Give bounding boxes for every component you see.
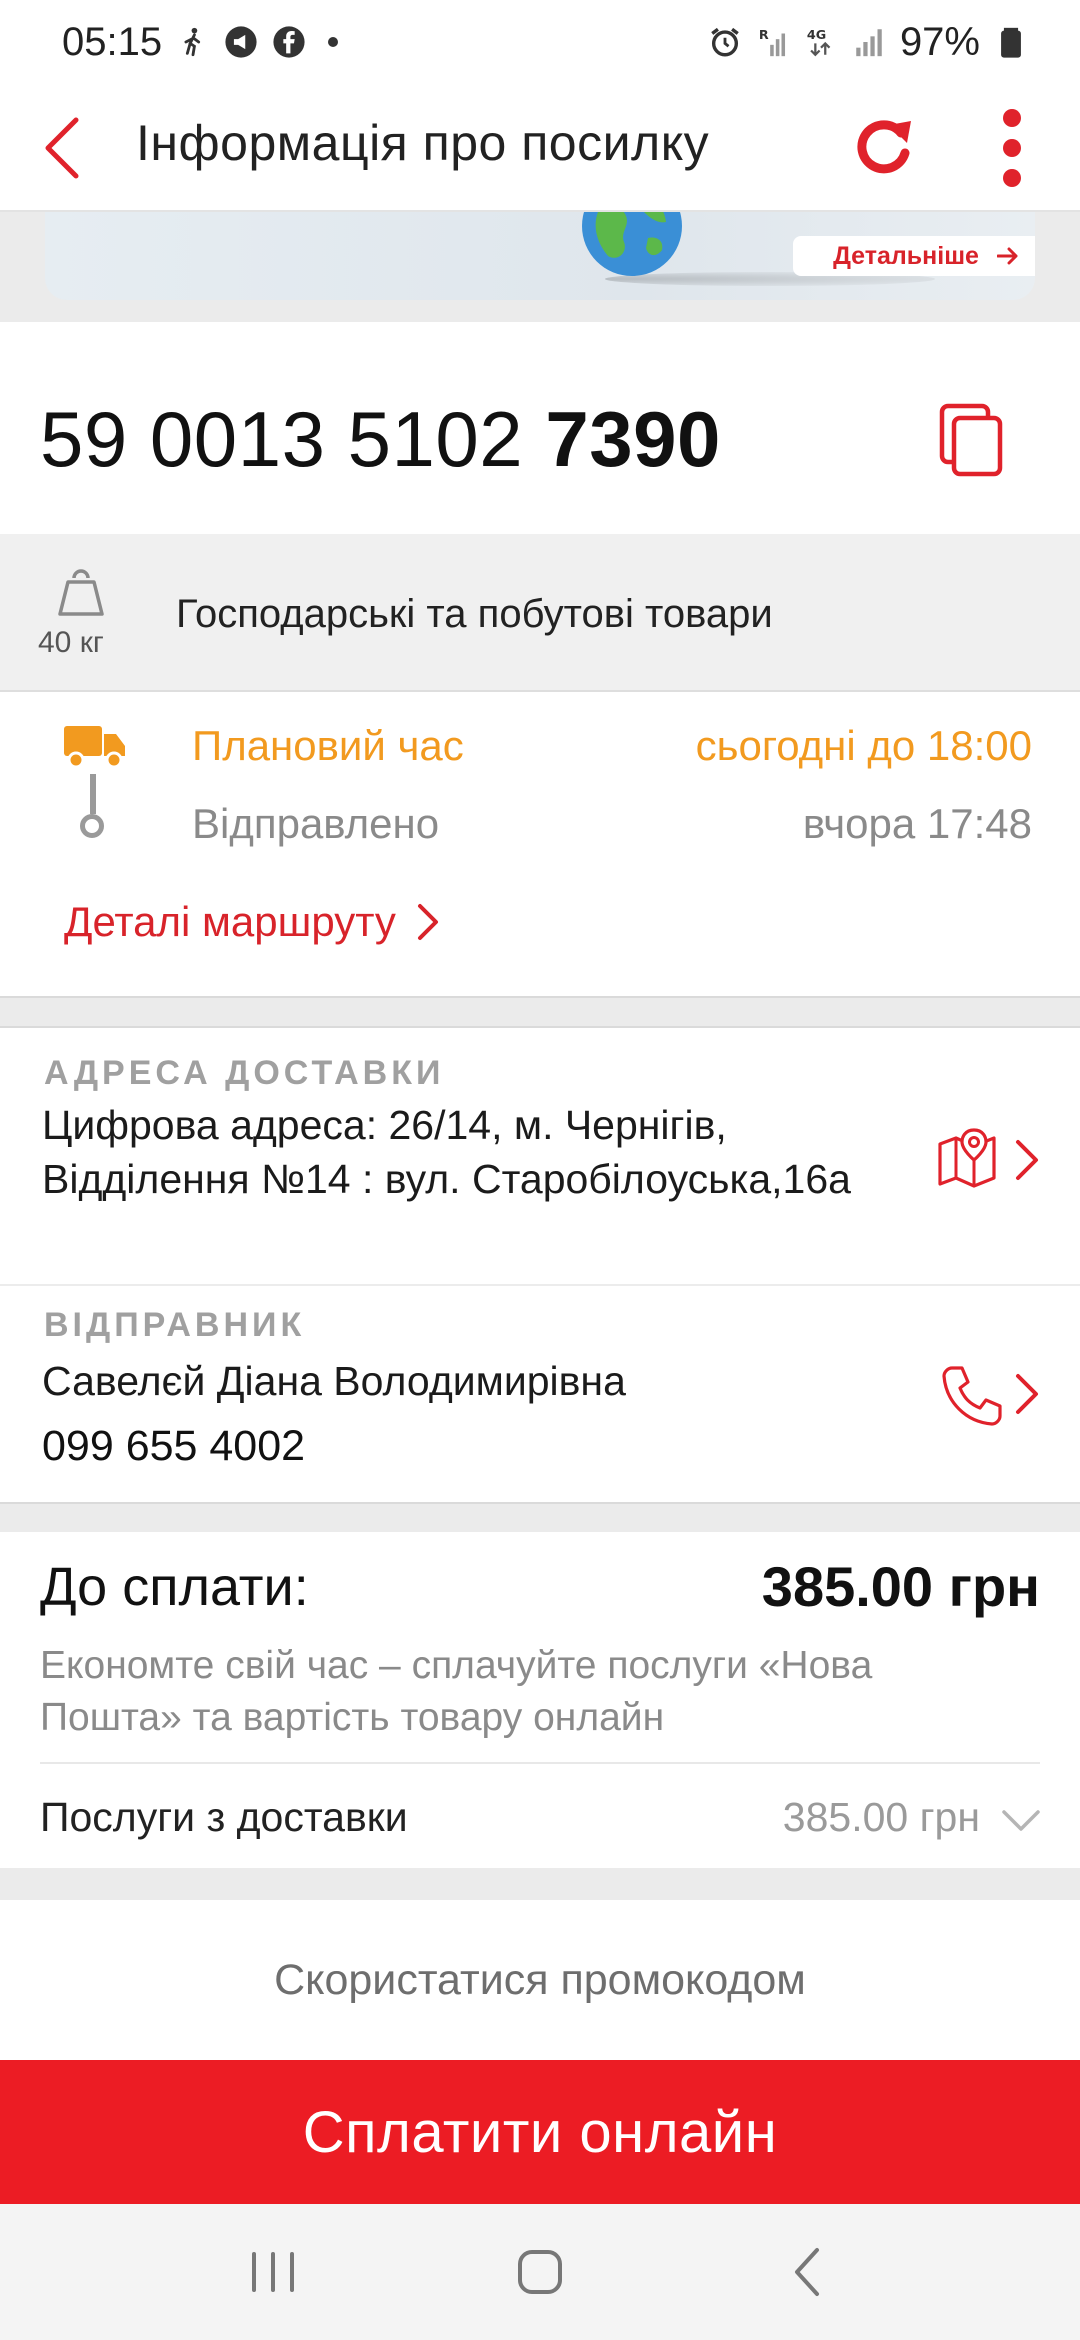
map-icon [938, 1128, 996, 1188]
route-line [90, 774, 96, 814]
megaphone-icon [225, 26, 257, 58]
parcel-info-row: 40 кг Господарські та побутові товари [0, 534, 1080, 692]
svg-text:4G: 4G [807, 28, 826, 43]
more-menu-button[interactable] [976, 100, 1048, 196]
promo-banner[interactable]: Детальніше [45, 212, 1035, 300]
status-right: R 4G 97% [708, 20, 1028, 65]
status-bar: 05:15 R 4G 97% [0, 0, 1080, 84]
payment-label: До сплати: [40, 1557, 309, 1617]
delivery-services-value: 385.00 грн [782, 1794, 980, 1840]
alarm-icon [711, 27, 739, 57]
route-dot [80, 814, 104, 838]
weight-icon [58, 569, 104, 616]
arrow-right-icon [996, 247, 1018, 265]
system-nav-bar [0, 2204, 1080, 2340]
parcel-description: Господарські та побутові товари [176, 592, 773, 636]
delivery-services-label: Послуги з доставки [40, 1794, 408, 1840]
delivery-address-text: Цифрова адреса: 26/14, м. Чернігів, Відд… [42, 1102, 851, 1202]
payment-note: Економте свій час – сплачуйте послуги «Н… [40, 1644, 873, 1739]
chevron-right-icon [417, 904, 438, 940]
menu-dot [1003, 169, 1021, 187]
pay-online-label: Сплатити онлайн [302, 2099, 778, 2165]
app-bar: Інформація про посилку [0, 84, 1080, 212]
phone-icon [942, 1366, 1002, 1426]
battery-icon [1001, 27, 1021, 58]
back-arrow-icon [45, 117, 79, 179]
svg-text:R: R [759, 28, 769, 43]
tracking-prefix: 59 0013 5102 [40, 395, 524, 483]
sent-value: вчора 17:48 [802, 800, 1032, 847]
refresh-button[interactable] [838, 102, 930, 194]
home-icon [517, 2250, 562, 2294]
sent-label: Відправлено [192, 800, 440, 847]
network-4g-icon: 4G [807, 28, 831, 57]
chevron-down-icon [1002, 1810, 1040, 1831]
tracking-card: 59 0013 5102 7390 [0, 322, 1080, 534]
truck-icon [64, 726, 125, 769]
payment-amount: 385.00 грн [761, 1555, 1040, 1618]
back-button[interactable] [20, 106, 104, 190]
home-button[interactable] [495, 2232, 585, 2312]
signal-icon [856, 29, 882, 57]
facebook-icon [273, 26, 305, 58]
copy-button[interactable] [930, 400, 1010, 480]
signal-r-icon: R [759, 28, 785, 57]
sender-row[interactable]: ВІДПРАВНИК Савелєй Діана Володимирівна 0… [0, 1286, 1080, 1506]
copy-icon [939, 403, 1003, 477]
parcel-weight: 40 кг [38, 626, 104, 659]
tracking-number: 59 0013 5102 7390 [40, 394, 721, 485]
route-details-label: Деталі маршруту [64, 898, 396, 945]
recipient-info-card: АДРЕСА ДОСТАВКИ Цифрова адреса: 26/14, м… [0, 1026, 1080, 1504]
menu-dot [1003, 109, 1021, 127]
status-time: 05:15 [62, 19, 163, 64]
walking-icon [184, 27, 201, 57]
payment-card: До сплати: 385.00 грн Економте свій час … [0, 1532, 1080, 1868]
chevron-right-icon [1016, 1374, 1038, 1414]
sender-section-label: ВІДПРАВНИК [44, 1306, 306, 1344]
promo-code-button[interactable]: Скористатися промокодом [0, 1900, 1080, 2060]
battery-percent: 97% [899, 19, 980, 64]
system-back-button[interactable] [762, 2232, 852, 2312]
status-left: 05:15 [62, 19, 339, 65]
back-icon [794, 2248, 819, 2296]
details-button[interactable]: Детальніше [793, 236, 1035, 276]
screen: 05:15 R 4G 97% Інформація про посилку Де… [0, 0, 1080, 2340]
chevron-right-icon [1016, 1140, 1038, 1180]
sender-phone: 099 655 4002 [42, 1422, 306, 1470]
refresh-icon [857, 120, 911, 174]
delivery-status-card: Плановий час сьогодні до 18:00 Відправле… [0, 692, 1080, 998]
tracking-suffix: 7390 [545, 395, 721, 483]
recent-apps-button[interactable] [228, 2232, 318, 2312]
delivery-services-row[interactable]: Послуги з доставки 385.00 грн [0, 1764, 1080, 1868]
banner-area: Детальніше [0, 212, 1080, 322]
recents-icon [252, 2252, 295, 2292]
planned-time-label: Плановий час [192, 722, 464, 769]
route-details-link[interactable]: Деталі маршруту [64, 898, 440, 946]
sender-name: Савелєй Діана Володимирівна [42, 1358, 626, 1404]
pay-online-button[interactable]: Сплатити онлайн [0, 2060, 1080, 2204]
globe-icon [582, 212, 682, 276]
details-button-label: Детальніше [833, 241, 979, 270]
notification-dot [328, 37, 339, 47]
address-section-label: АДРЕСА ДОСТАВКИ [44, 1054, 445, 1092]
promo-code-label: Скористатися промокодом [274, 1955, 806, 2004]
delivery-address-row[interactable]: АДРЕСА ДОСТАВКИ Цифрова адреса: 26/14, м… [0, 1028, 1080, 1286]
planned-time-value: сьогодні до 18:00 [695, 722, 1032, 769]
page-title: Інформація про посилку [136, 115, 710, 171]
menu-dot [1003, 139, 1021, 157]
